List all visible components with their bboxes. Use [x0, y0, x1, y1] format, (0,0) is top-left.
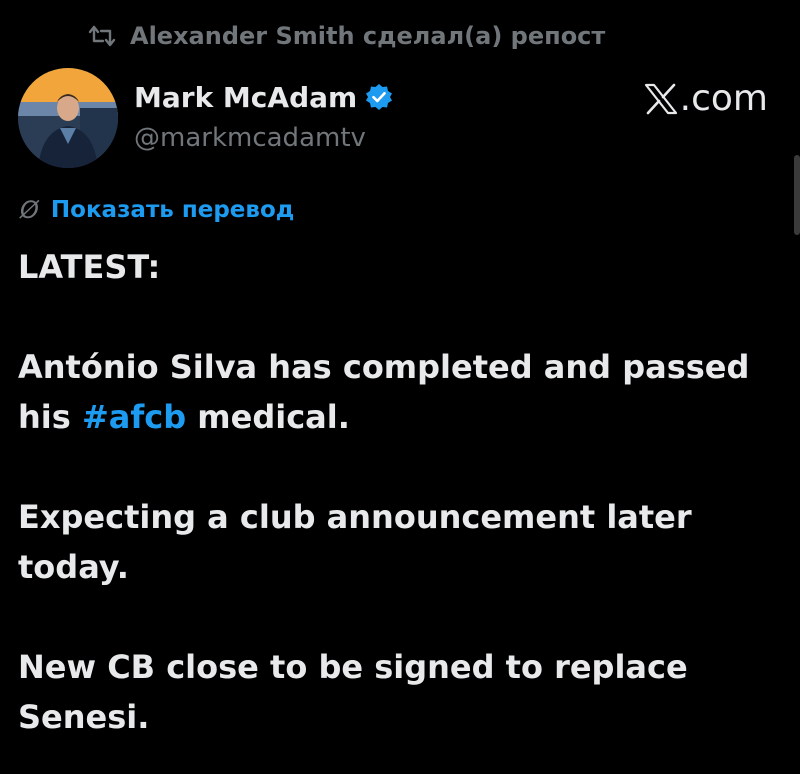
- repost-indicator[interactable]: Alexander Smith сделал(а) репост: [88, 16, 605, 56]
- tweet-line: LATEST:: [18, 248, 161, 286]
- tweet-line: Senesi.: [18, 698, 150, 736]
- repost-text: Alexander Smith сделал(а) репост: [130, 22, 606, 50]
- avatar[interactable]: [18, 68, 118, 168]
- author-name[interactable]: Mark McAdam: [134, 81, 357, 114]
- tweet-line: today.: [18, 548, 129, 586]
- author-block[interactable]: Mark McAdam @markmcadamtv: [134, 76, 393, 158]
- x-logo-icon: [644, 83, 678, 115]
- verified-badge-icon: [365, 83, 393, 111]
- brand-suffix: .com: [679, 78, 768, 119]
- tweet-line: his #afcb medical.: [18, 398, 350, 436]
- brand-watermark: .com: [644, 78, 768, 119]
- translate-label: Показать перевод: [50, 197, 295, 223]
- tweet-line: Expecting a club announcement later: [18, 498, 692, 536]
- tweet-line: New CB close to be signed to replace: [18, 648, 688, 686]
- globe-icon: Ø: [20, 196, 39, 224]
- repost-icon: [88, 24, 116, 48]
- scrollbar[interactable]: [794, 155, 800, 235]
- hashtag-link[interactable]: #afcb: [82, 398, 186, 436]
- tweet-line: António Silva has completed and passed: [18, 348, 750, 386]
- author-handle[interactable]: @markmcadamtv: [134, 118, 393, 158]
- show-translation-link[interactable]: Ø Показать перевод: [20, 196, 294, 224]
- tweet-text: LATEST: António Silva has completed and …: [18, 242, 788, 742]
